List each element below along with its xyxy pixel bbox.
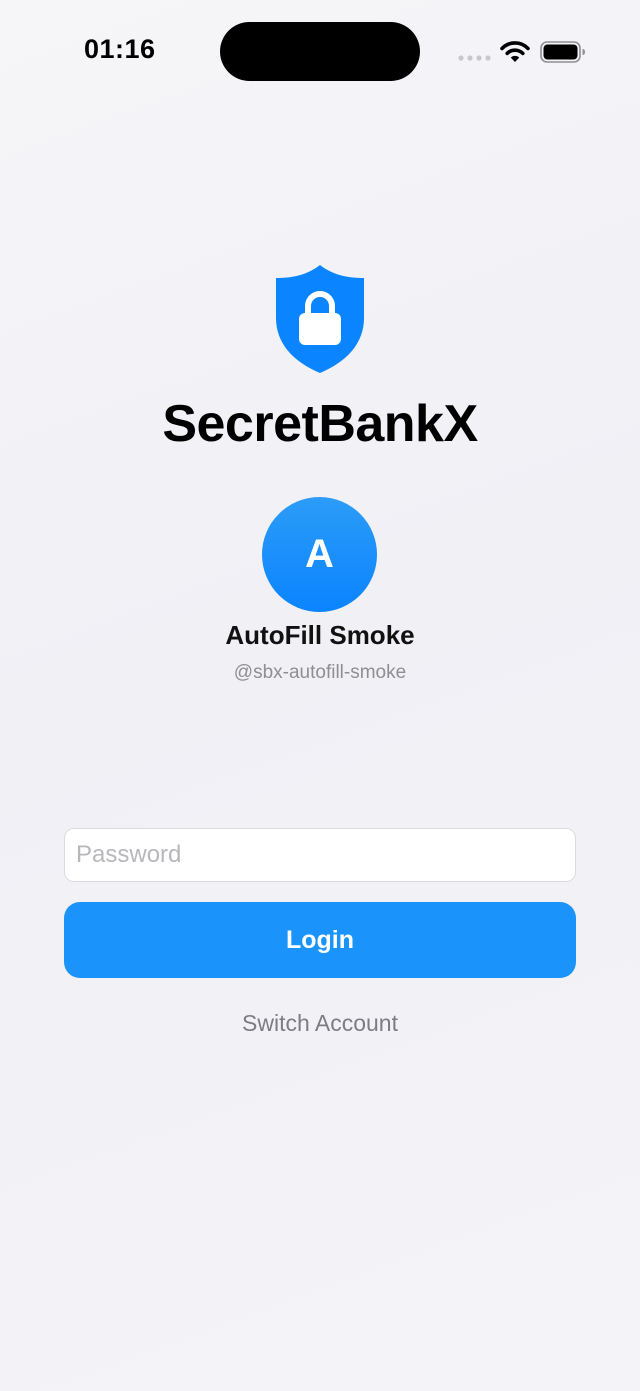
avatar: A xyxy=(262,497,377,612)
cellular-dots-icon xyxy=(458,55,491,61)
app-title: SecretBankX xyxy=(162,395,478,453)
login-button[interactable]: Login xyxy=(64,902,576,978)
switch-account-button[interactable]: Switch Account xyxy=(0,1010,640,1037)
account-display-name: AutoFill Smoke xyxy=(225,620,415,650)
wifi-icon xyxy=(500,41,530,62)
status-time: 01:16 xyxy=(84,34,156,64)
battery-icon xyxy=(540,41,585,63)
status-bar: 01:16 xyxy=(0,0,640,100)
avatar-initial: A xyxy=(305,532,334,576)
dynamic-island xyxy=(220,22,420,81)
account-username: @sbx-autofill-smoke xyxy=(233,662,407,683)
login-screen: 01:16 SecretBankX A AutoFill Smoke @sbx-… xyxy=(0,0,640,1391)
shield-lock-icon xyxy=(276,265,364,373)
password-field[interactable] xyxy=(64,828,576,882)
